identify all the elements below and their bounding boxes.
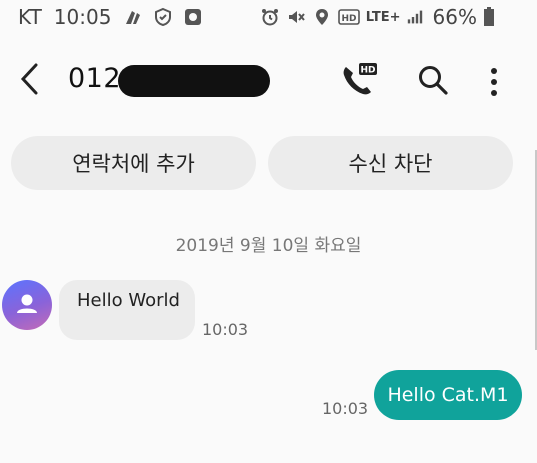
- battery-icon: [484, 7, 494, 26]
- add-contact-button[interactable]: 연락처에 추가: [11, 136, 256, 190]
- hd-icon: HD: [337, 9, 360, 25]
- status-bar: KT 10:05 HD LTE+ 66%: [0, 0, 537, 34]
- shield-icon: [155, 7, 172, 27]
- block-number-label: 수신 차단: [348, 152, 433, 176]
- svg-text:HD: HD: [360, 66, 375, 76]
- block-number-button[interactable]: 수신 차단: [268, 136, 513, 190]
- hd-call-icon[interactable]: HD: [338, 61, 378, 101]
- network-label: LTE+: [365, 9, 401, 25]
- hands-icon: [126, 11, 141, 24]
- contact-avatar[interactable]: [2, 280, 52, 330]
- redaction-mark: [118, 65, 270, 97]
- signal-icon: [407, 10, 422, 24]
- back-arrow-icon[interactable]: [16, 61, 44, 97]
- conversation-header: 012- HD: [0, 45, 537, 115]
- status-bar-right: HD LTE+ 66%: [260, 5, 501, 29]
- more-options-icon[interactable]: [482, 65, 506, 99]
- status-bar-left: KT 10:05: [18, 5, 213, 29]
- person-icon: [17, 294, 37, 313]
- clock-label: 10:05: [53, 5, 112, 29]
- svg-text:HD: HD: [341, 14, 356, 24]
- outgoing-message-text: Hello Cat.M1: [387, 384, 509, 406]
- incoming-message-text: Hello World: [77, 290, 180, 311]
- search-icon[interactable]: [416, 63, 450, 97]
- mute-icon: [288, 11, 305, 23]
- add-contact-label: 연락처에 추가: [72, 152, 195, 176]
- outgoing-message-bubble[interactable]: Hello Cat.M1: [374, 370, 522, 420]
- outgoing-message-time: 10:03: [322, 399, 369, 418]
- app-icon: [185, 9, 202, 25]
- incoming-message-time: 10:03: [202, 320, 249, 339]
- carrier-label: KT: [18, 5, 42, 29]
- incoming-message-bubble[interactable]: Hello World: [59, 280, 195, 340]
- date-separator: 2019년 9월 10일 화요일: [175, 236, 362, 256]
- battery-percent: 66%: [432, 5, 477, 29]
- location-icon: [315, 9, 328, 25]
- alarm-icon: [261, 9, 278, 26]
